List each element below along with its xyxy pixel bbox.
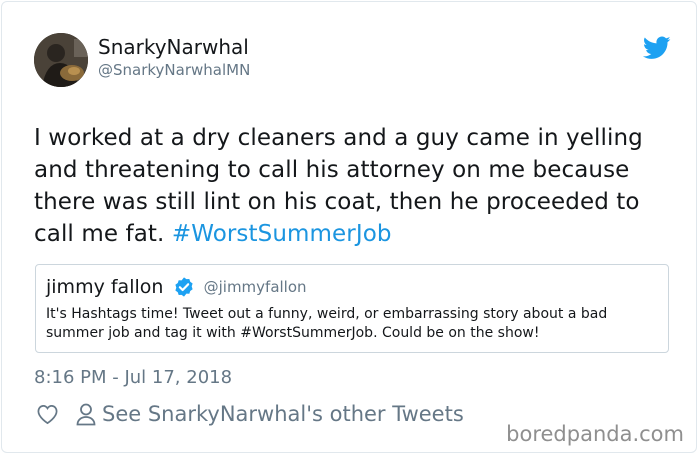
verified-badge-icon — [174, 277, 193, 297]
quoted-author-handle: @jimmyfallon — [203, 278, 307, 296]
embedded-tweet-card: SnarkyNarwhal @SnarkyNarwhalMN I worked … — [1, 1, 697, 453]
author-name[interactable]: SnarkyNarwhal — [98, 35, 249, 59]
other-tweets-link[interactable]: See SnarkyNarwhal's other Tweets — [102, 402, 464, 426]
quoted-tweet-text: It's Hashtags time! Tweet out a funny, w… — [46, 306, 608, 341]
hashtag-link[interactable]: #WorstSummerJob — [172, 221, 392, 247]
tweet-text: I worked at a dry cleaners and a guy cam… — [34, 122, 679, 250]
twitter-bird-icon[interactable] — [643, 36, 671, 60]
quoted-author-name: jimmy fallon — [46, 276, 164, 298]
person-icon[interactable] — [76, 403, 96, 426]
author-handle[interactable]: @SnarkyNarwhalMN — [98, 61, 250, 79]
heart-icon[interactable] — [36, 403, 59, 425]
quoted-tweet-header: jimmy fallon @jimmyfallon — [46, 276, 307, 298]
tweet-timestamp[interactable]: 8:16 PM - Jul 17, 2018 — [34, 367, 232, 388]
quoted-tweet[interactable]: jimmy fallon @jimmyfallon It's Hashtags … — [35, 264, 669, 353]
author-avatar[interactable] — [34, 33, 88, 87]
watermark: boredpanda.com — [506, 422, 684, 446]
